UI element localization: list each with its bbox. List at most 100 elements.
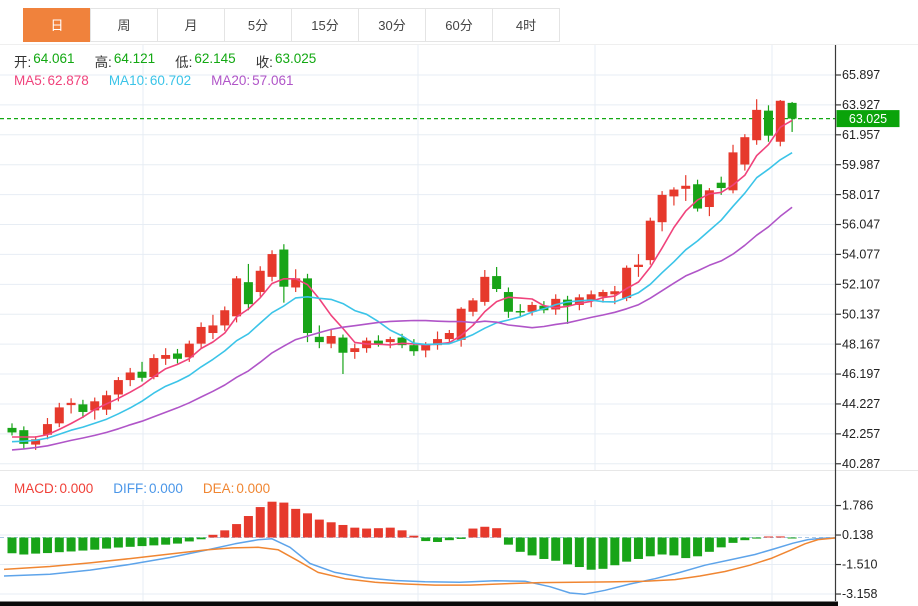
macd-histogram-bar [515, 537, 525, 552]
macd-histogram-bar [232, 524, 242, 538]
macd-histogram-bar [172, 537, 182, 544]
candle-body [633, 264, 643, 267]
candle-body [373, 340, 383, 344]
macd-histogram-bar [456, 537, 466, 539]
macd-histogram-bar [728, 537, 738, 543]
macd-histogram-bar [373, 528, 383, 538]
candle-body [243, 282, 253, 305]
macd-histogram-bar [610, 537, 620, 566]
macd-histogram-bar [113, 537, 123, 548]
candle-body [645, 220, 655, 261]
macd-histogram-bar [551, 537, 561, 561]
candle-body [622, 267, 632, 299]
macd-histogram-bar [622, 537, 632, 562]
macd-histogram-bar [492, 528, 502, 538]
macd-histogram-bar [19, 537, 29, 555]
macd-histogram-bar [503, 537, 513, 545]
high-label: 高: [94, 55, 112, 70]
candle-body [125, 372, 135, 381]
candle-body [716, 182, 726, 189]
ma5-line [12, 119, 793, 438]
candle-body [480, 276, 490, 302]
macd-histogram-bar [255, 507, 265, 538]
axis-tick-label: 48.167 [842, 337, 880, 351]
tab-15min[interactable]: 15分 [291, 8, 359, 42]
macd-histogram-bar [184, 537, 194, 542]
macd-histogram-bar [693, 537, 703, 557]
dea-label: DEA: [202, 481, 235, 496]
macd-label: MACD: [14, 481, 58, 496]
candle-body [409, 345, 419, 352]
open-value: 64.061 [33, 51, 75, 66]
macd-histogram-bar [633, 537, 643, 559]
macd-histogram-bar [267, 501, 277, 538]
candle-body [267, 254, 277, 277]
macd-histogram-bar [161, 537, 171, 545]
macd-histogram-bar [196, 537, 206, 540]
macd-histogram-bar [291, 508, 301, 538]
low-value: 62.145 [194, 51, 236, 66]
tab-month[interactable]: 月 [157, 8, 225, 42]
candle-body [385, 339, 395, 343]
tab-week[interactable]: 周 [90, 8, 158, 42]
candle-body [172, 353, 182, 359]
ma20-value: 57.061 [252, 73, 294, 88]
axis-tick-label: 50.137 [842, 307, 880, 321]
tab-5min[interactable]: 5分 [224, 8, 292, 42]
chart-app: { "tabs": { "items": [ {"label": "日", "s… [0, 0, 918, 606]
tab-day[interactable]: 日 [23, 8, 91, 42]
candle-body [220, 310, 230, 326]
macd-histogram-bar [350, 527, 360, 538]
axis-tick-label: 52.107 [842, 278, 880, 292]
macd-histogram-bar [539, 537, 549, 559]
macd-histogram-bar [137, 537, 147, 547]
candle-body [763, 110, 773, 136]
candle-body [279, 249, 289, 287]
current-price-badge-text: 63.025 [849, 112, 887, 126]
ohlc-readout: 开: 64.061 高: 64.121 低: 62.145 收: 63.025 [14, 51, 316, 71]
candle-body [598, 292, 608, 297]
macd-histogram-bar [716, 537, 726, 548]
macd-histogram-bar [740, 537, 750, 541]
macd-histogram-bar [7, 537, 17, 554]
macd-histogram-bar [125, 537, 135, 547]
macd-histogram-bar [397, 530, 407, 538]
candle-body [657, 194, 667, 223]
macd-histogram-bar [149, 537, 159, 546]
macd-readout: MACD: 0.000 DIFF: 0.000 DEA: 0.000 [14, 481, 270, 496]
candle-body [303, 278, 312, 334]
axis-tick-label: 61.957 [842, 128, 880, 142]
axis-tick-label: 58.017 [842, 188, 880, 202]
macd-histogram-bar [752, 537, 762, 539]
candle-body [492, 276, 502, 289]
ma10-value: 60.702 [149, 73, 192, 88]
candle-body [468, 300, 478, 312]
diff-value: 0.000 [149, 481, 183, 496]
tab-60min[interactable]: 60分 [425, 8, 493, 42]
candle-body [752, 109, 762, 141]
chart-canvas[interactable]: 65.897 63.927 61.957 59.987 58.017 56.047 54.0… [0, 0, 918, 606]
candle-body [7, 427, 17, 433]
candle-body [515, 311, 525, 313]
macd-histogram-bar [468, 528, 478, 538]
macd-histogram-bar [598, 537, 608, 569]
macd-histogram-bar [787, 537, 797, 539]
tab-30min[interactable]: 30分 [358, 8, 426, 42]
axis-tick-label: 40.287 [842, 457, 880, 471]
macd-histogram-bar [220, 530, 230, 538]
candle-body [350, 348, 360, 352]
candle-body [78, 404, 88, 412]
candle-body [444, 333, 454, 340]
tab-4hour[interactable]: 4时 [492, 8, 560, 42]
bottom-scrollbar[interactable] [0, 601, 838, 606]
macd-histogram-bar [66, 537, 76, 552]
axis-tick-label: 54.077 [842, 248, 880, 262]
macd-histogram-bar [279, 502, 289, 538]
candle-body [681, 185, 691, 189]
candle-body [66, 402, 76, 406]
macd-histogram-bar [563, 537, 573, 565]
high-value: 64.121 [113, 51, 156, 66]
axis-tick-label: 65.897 [842, 68, 880, 82]
candle-body [669, 189, 679, 197]
axis-tick-label: 1.786 [842, 499, 873, 513]
